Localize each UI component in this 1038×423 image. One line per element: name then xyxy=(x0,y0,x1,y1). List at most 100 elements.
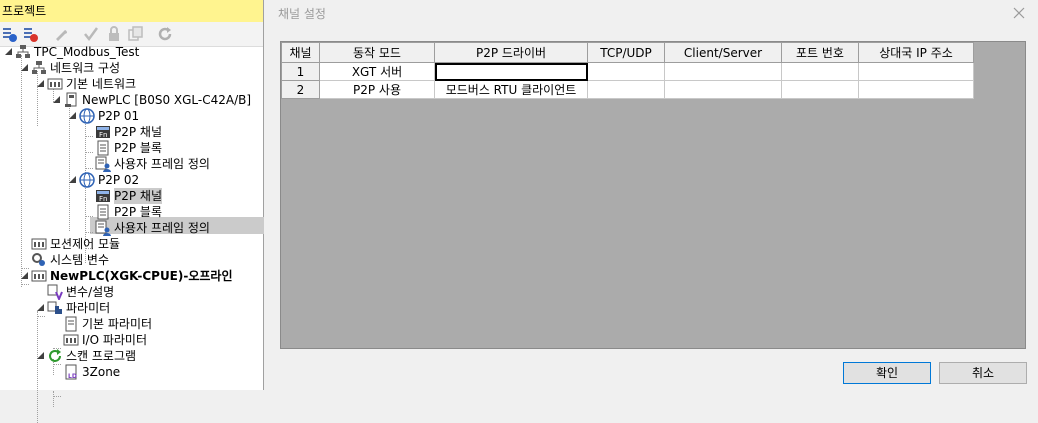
collapse-arrow-icon[interactable] xyxy=(36,351,45,360)
channel-number-cell: 2 xyxy=(281,80,320,99)
collapse-arrow-icon[interactable] xyxy=(68,111,77,120)
copy-icon[interactable] xyxy=(126,25,144,43)
tree-item-network-config[interactable]: 네트워크 구성 xyxy=(0,60,264,76)
tree-item-label: P2P 블록 xyxy=(114,141,163,155)
protocol-cell[interactable] xyxy=(587,80,665,99)
tree-item-label: 변수/설명 xyxy=(66,285,115,299)
tree-item-p2p-block-02[interactable]: P2P 블록 xyxy=(0,204,264,220)
tree-item-plc[interactable]: NewPLC(XGK-CPUE)-오프라인 xyxy=(0,268,264,284)
remote-ip-cell[interactable] xyxy=(858,62,974,81)
p2p-icon xyxy=(79,108,95,124)
scan-program-icon xyxy=(47,348,63,364)
tree-item-p2p-block-01[interactable]: P2P 블록 xyxy=(0,140,264,156)
wrench-icon[interactable] xyxy=(52,25,70,43)
tree-item-motion-module[interactable]: 모션제어 모듈 xyxy=(0,236,264,252)
port-cell[interactable] xyxy=(781,62,859,81)
column-header-driver: P2P 드라이버 xyxy=(434,42,588,63)
project-panel-title: 프로젝트 xyxy=(0,0,263,22)
basic-network-icon xyxy=(47,76,63,92)
tree-item-basic-parameter[interactable]: 기본 파라미터 xyxy=(0,316,264,332)
tree-item-scan-program[interactable]: 스캔 프로그램 xyxy=(0,348,264,364)
tree-item-user-frame-02[interactable]: 사용자 프레임 정의 xyxy=(0,220,264,236)
tree-item-system-variable[interactable]: 시스템 변수 xyxy=(0,252,264,268)
port-cell[interactable] xyxy=(781,80,859,99)
collapse-arrow-icon[interactable] xyxy=(36,79,45,88)
user-frame-icon xyxy=(95,220,111,236)
view-list-icon[interactable] xyxy=(1,25,19,43)
table-row: 1 XGT 서버 xyxy=(281,62,974,81)
tree-item-p2p-channel-01[interactable]: Fn P2P 채널 xyxy=(0,124,264,140)
tree-item-label: P2P 채널 xyxy=(114,188,163,204)
tree-item-p2p-01[interactable]: P2P 01 xyxy=(0,108,264,124)
collapse-arrow-icon[interactable] xyxy=(52,95,61,104)
tree-item-label: 기본 파라미터 xyxy=(82,317,153,331)
column-header-channel: 채널 xyxy=(281,42,320,63)
ok-button[interactable]: 확인 xyxy=(843,362,931,384)
tree-item-variable[interactable]: 변수/설명 xyxy=(0,284,264,302)
network-config-icon xyxy=(31,60,47,76)
check-icon[interactable] xyxy=(82,25,100,43)
tree-item-project[interactable]: TPC_Modbus_Test xyxy=(0,44,264,60)
tree-item-label: I/O 파라미터 xyxy=(82,333,148,347)
variable-icon xyxy=(47,284,63,302)
collapse-arrow-icon[interactable] xyxy=(4,47,13,56)
column-header-client-server: Client/Server xyxy=(664,42,782,63)
driver-cell[interactable] xyxy=(434,62,588,81)
tree-item-parameter[interactable]: 파라미터 xyxy=(0,300,264,316)
client-server-cell[interactable] xyxy=(664,62,782,81)
column-header-remote-ip: 상대국 IP 주소 xyxy=(858,42,974,63)
tree-item-io-parameter[interactable]: I/O 파라미터 xyxy=(0,332,264,348)
remote-ip-cell[interactable] xyxy=(858,80,974,99)
svg-text:Fn: Fn xyxy=(99,131,107,139)
tree-item-label: 파라미터 xyxy=(66,301,111,315)
tree-item-label: P2P 01 xyxy=(98,109,140,123)
project-tree: TPC_Modbus_Test 네트워크 구성 기본 네트워크 NewPLC [… xyxy=(0,44,264,423)
p2p-block-icon xyxy=(95,204,111,220)
protocol-cell[interactable] xyxy=(587,62,665,81)
project-panel: 프로젝트 TPC_Modbus_Test 네트워크 구성 기본 네트워크 New… xyxy=(0,0,264,423)
svg-text:LD: LD xyxy=(68,373,77,380)
channel-grid: 채널 동작 모드 P2P 드라이버 TCP/UDP Client/Server … xyxy=(280,41,1026,349)
tree-item-user-frame-01[interactable]: 사용자 프레임 정의 xyxy=(0,156,264,172)
cancel-button[interactable]: 취소 xyxy=(939,362,1027,384)
tree-item-label: P2P 블록 xyxy=(114,205,163,219)
column-header-protocol: TCP/UDP xyxy=(587,42,665,63)
tree-item-3zone[interactable]: LD 3Zone xyxy=(0,364,264,380)
channel-number-cell: 1 xyxy=(281,62,320,81)
parameter-icon xyxy=(47,300,63,316)
tree-item-module[interactable]: NewPLC [B0S0 XGL-C42A/B] xyxy=(0,92,264,108)
project-icon xyxy=(15,44,31,60)
channel-table: 채널 동작 모드 P2P 드라이버 TCP/UDP Client/Server … xyxy=(281,42,974,99)
collapse-arrow-icon[interactable] xyxy=(20,63,29,72)
motion-module-icon xyxy=(31,236,47,252)
driver-cell[interactable]: 모드버스 RTU 클라이언트 xyxy=(434,80,588,99)
tree-item-label: 기본 네트워크 xyxy=(66,77,137,91)
close-list-icon[interactable] xyxy=(22,25,40,43)
p2p-channel-icon: Fn xyxy=(95,124,111,140)
tree-item-label: 3Zone xyxy=(82,365,121,379)
refresh-icon[interactable] xyxy=(156,25,174,43)
p2p-icon xyxy=(79,172,95,188)
table-row: 2 P2P 사용 모드버스 RTU 클라이언트 xyxy=(281,80,974,99)
plc-icon xyxy=(31,268,47,284)
tree-item-label: 모션제어 모듈 xyxy=(50,237,121,251)
dialog-title: 채널 설정 xyxy=(265,0,1038,28)
basic-parameter-icon xyxy=(63,316,79,332)
tree-item-label: 네트워크 구성 xyxy=(50,61,121,75)
mode-cell[interactable]: P2P 사용 xyxy=(319,80,435,99)
close-icon[interactable] xyxy=(1012,6,1026,20)
tree-item-label: 시스템 변수 xyxy=(50,253,110,267)
tree-item-p2p-02[interactable]: P2P 02 xyxy=(0,172,264,188)
tree-item-p2p-channel-02[interactable]: Fn P2P 채널 xyxy=(0,188,264,204)
tree-item-label: P2P 02 xyxy=(98,173,140,187)
lock-icon[interactable] xyxy=(105,25,123,43)
collapse-arrow-icon[interactable] xyxy=(20,271,29,280)
column-header-port: 포트 번호 xyxy=(781,42,859,63)
tree-item-basic-network[interactable]: 기본 네트워크 xyxy=(0,76,264,92)
client-server-cell[interactable] xyxy=(664,80,782,99)
p2p-block-icon xyxy=(95,140,111,156)
collapse-arrow-icon[interactable] xyxy=(68,175,77,184)
collapse-arrow-icon[interactable] xyxy=(36,303,45,312)
mode-cell[interactable]: XGT 서버 xyxy=(319,62,435,81)
module-icon xyxy=(63,92,79,108)
